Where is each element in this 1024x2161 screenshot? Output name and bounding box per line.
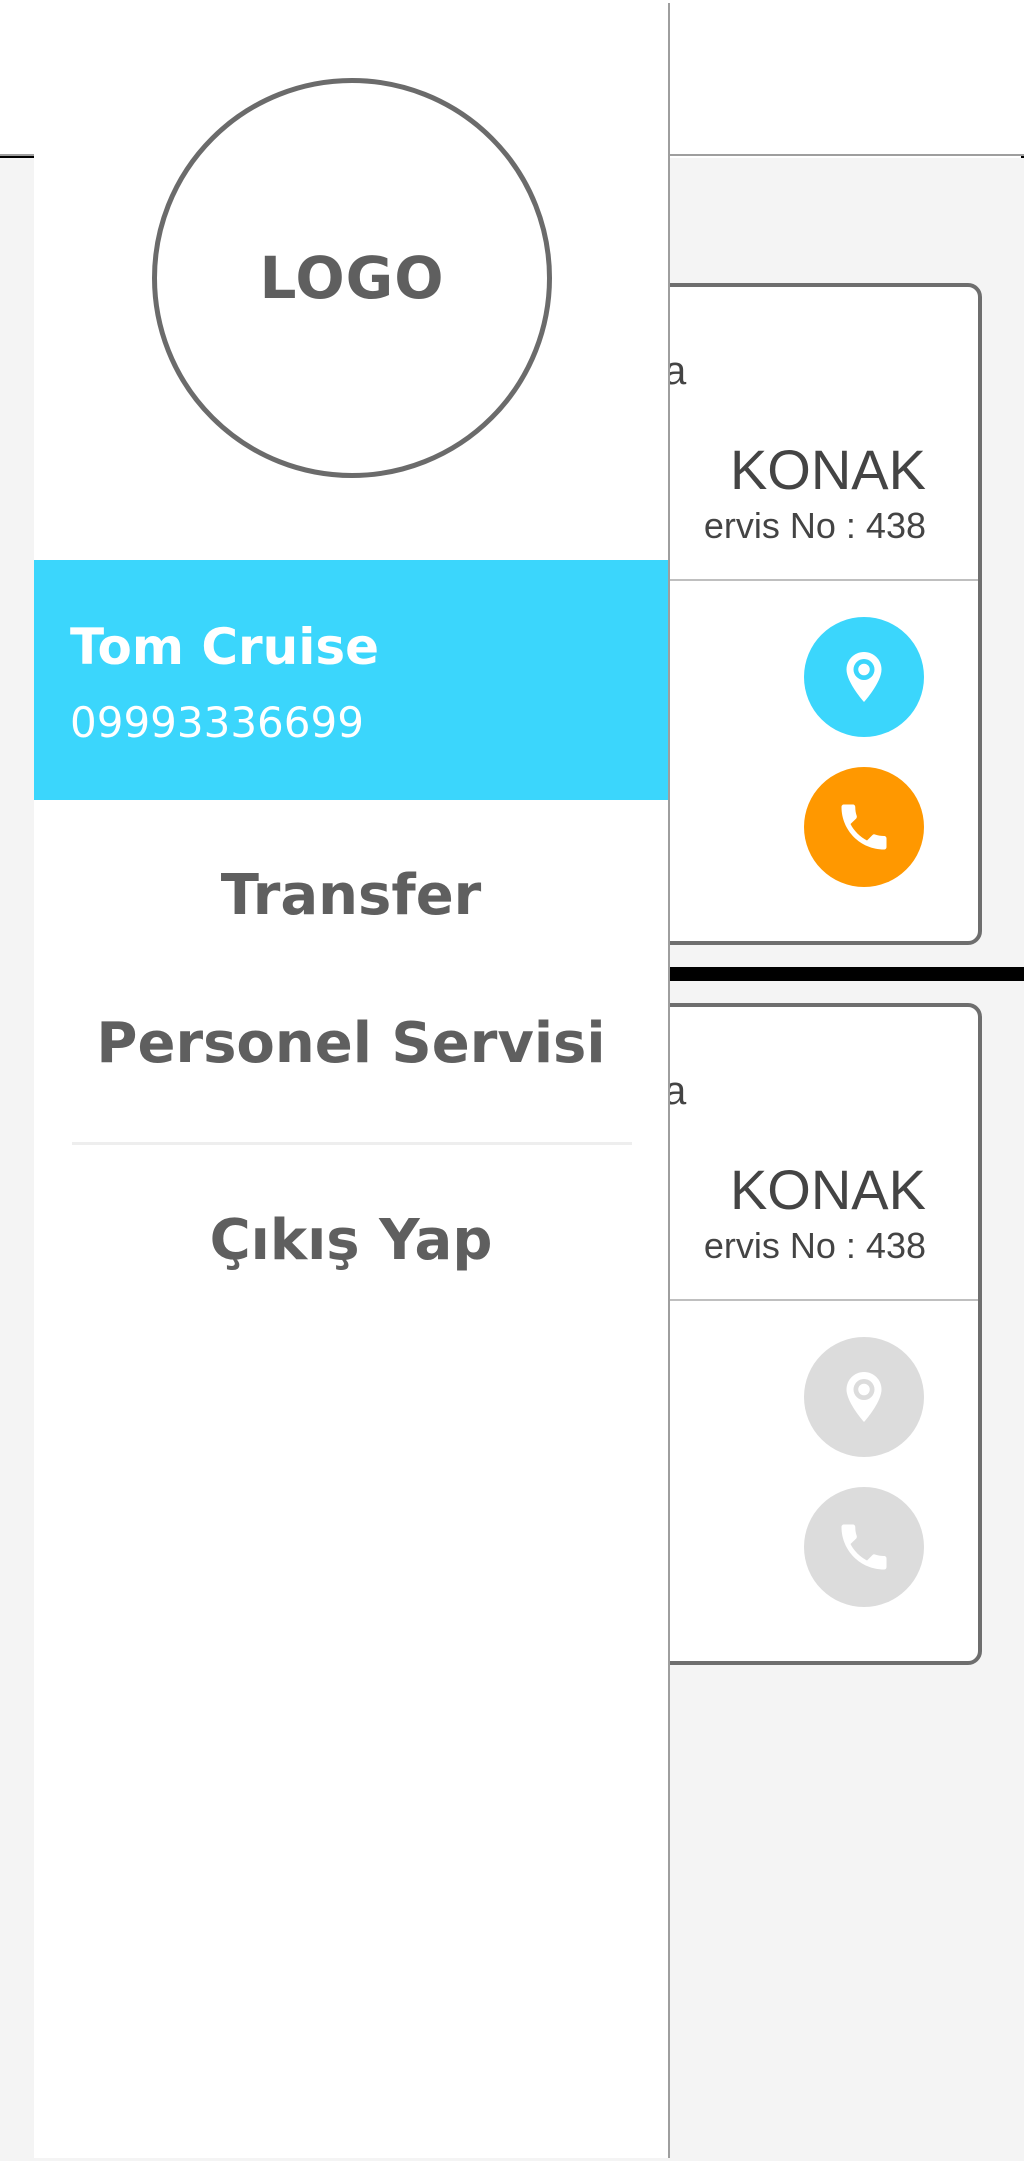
logo-text: LOGO bbox=[259, 244, 445, 312]
menu-item-logout[interactable]: Çıkış Yap bbox=[34, 1208, 668, 1273]
user-phone: 09993336699 bbox=[70, 698, 364, 747]
location-button[interactable] bbox=[804, 617, 924, 737]
card-district: KONAK bbox=[729, 1158, 926, 1221]
navigation-drawer: LOGO Tom Cruise 09993336699 Transfer Per… bbox=[34, 3, 670, 2158]
list-separator bbox=[628, 967, 1024, 981]
user-panel: Tom Cruise 09993336699 bbox=[34, 560, 668, 800]
phone-icon bbox=[841, 804, 887, 850]
card-district: KONAK bbox=[729, 438, 926, 501]
card-service-number: ervis No : 438 bbox=[703, 505, 926, 546]
logo: LOGO bbox=[152, 78, 552, 478]
location-pin-icon bbox=[846, 652, 882, 702]
call-button[interactable] bbox=[804, 767, 924, 887]
location-pin-icon bbox=[846, 1372, 882, 1422]
call-button[interactable] bbox=[804, 1487, 924, 1607]
user-name: Tom Cruise bbox=[70, 618, 380, 676]
card-service-number: ervis No : 438 bbox=[703, 1225, 926, 1266]
phone-icon bbox=[841, 1524, 887, 1570]
location-button[interactable] bbox=[804, 1337, 924, 1457]
menu-item-transfer[interactable]: Transfer bbox=[34, 863, 668, 928]
menu-item-personel-servisi[interactable]: Personel Servisi bbox=[34, 1011, 668, 1076]
menu-divider bbox=[72, 1142, 632, 1145]
